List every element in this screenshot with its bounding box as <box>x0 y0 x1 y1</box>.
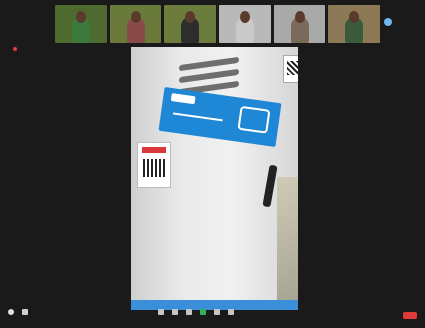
participant-thumbnail[interactable] <box>109 5 162 43</box>
qr-code-sticker <box>137 142 171 188</box>
participant-thumbnail[interactable] <box>55 5 107 43</box>
audio-video-controls <box>8 309 28 316</box>
participant-head <box>239 11 250 23</box>
recording-indicator <box>13 47 25 51</box>
microphone-icon <box>8 309 14 315</box>
participant-thumbnail[interactable] <box>164 5 217 43</box>
reactions-button[interactable] <box>228 309 234 316</box>
participants-icon <box>172 309 178 315</box>
background-scene <box>277 177 298 310</box>
meeting-actions <box>158 309 234 316</box>
qr-code-icon <box>143 159 165 177</box>
active-speaker-video <box>131 47 298 310</box>
car-icon <box>237 105 271 134</box>
participant-head <box>75 11 86 23</box>
meeting-window <box>0 0 425 328</box>
video-button[interactable] <box>22 309 28 316</box>
participant-head <box>185 11 196 23</box>
video-camera-icon <box>22 309 28 315</box>
share-screen-icon <box>200 309 206 315</box>
sticker-header <box>142 147 166 153</box>
mute-button[interactable] <box>8 309 14 316</box>
record-dot-icon <box>13 47 17 51</box>
reactions-icon <box>228 309 234 315</box>
participant-head <box>130 11 141 23</box>
participant-thumbnail[interactable] <box>328 5 381 43</box>
participant-thumbnail[interactable] <box>219 5 271 43</box>
qr-code-sticker <box>283 55 298 83</box>
charger-handle <box>262 164 278 208</box>
blue-ev-label <box>158 87 282 147</box>
security-button[interactable] <box>158 309 164 316</box>
label-tag <box>170 93 196 105</box>
participant-thumbnail[interactable] <box>273 5 326 43</box>
chat-icon <box>186 309 192 315</box>
cable-line-icon <box>172 112 223 122</box>
record-button[interactable] <box>214 309 220 316</box>
thumbnail-next-icon[interactable] <box>384 18 392 26</box>
record-icon <box>214 309 220 315</box>
chat-button[interactable] <box>186 309 192 316</box>
share-screen-button[interactable] <box>200 309 206 316</box>
participant-head <box>294 11 305 23</box>
participants-button[interactable] <box>172 309 178 316</box>
end-meeting-button[interactable] <box>403 312 417 319</box>
participant-head <box>349 11 360 23</box>
security-icon <box>158 309 164 315</box>
participant-thumbnails <box>55 5 381 43</box>
